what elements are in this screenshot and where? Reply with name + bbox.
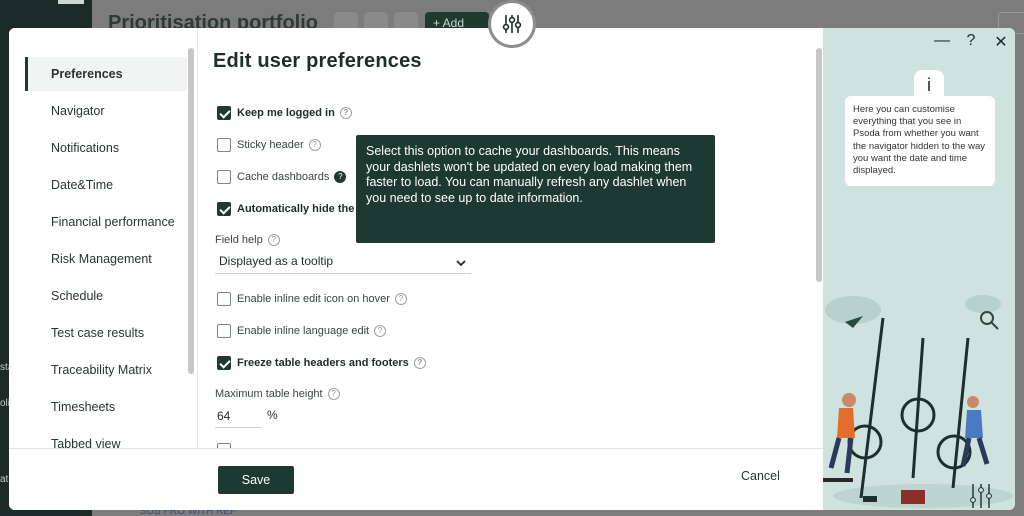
help-icon[interactable]: ?: [374, 325, 387, 337]
freeze-headers-option: Freeze table headers and footers ?: [217, 355, 426, 371]
nav-item-test-case-results[interactable]: Test case results: [25, 316, 187, 350]
close-icon[interactable]: ✕: [992, 32, 1010, 52]
auto-hide-label: Automatically hide the: [237, 203, 355, 215]
field-help-label: Field help ?: [215, 234, 280, 246]
field-help-value: Displayed as a tooltip: [219, 254, 334, 268]
inline-edit-icon-option: Enable inline edit icon on hover ?: [217, 291, 407, 307]
auto-hide-checkbox[interactable]: [217, 202, 231, 216]
help-icon[interactable]: ?: [308, 139, 321, 151]
keep-logged-in-option: Keep me logged in ?: [217, 105, 352, 121]
modal-footer: Save Cancel: [9, 448, 823, 510]
nav-item-datetime[interactable]: Date&Time: [25, 168, 187, 202]
freeze-headers-label: Freeze table headers and footers: [237, 357, 409, 369]
keep-logged-in-checkbox[interactable]: [217, 106, 231, 120]
help-icon[interactable]: ?: [339, 107, 352, 119]
help-icon[interactable]: ?: [413, 357, 426, 369]
nav-item-risk-management[interactable]: Risk Management: [25, 242, 187, 276]
inline-language-option: Enable inline language edit ?: [217, 323, 387, 339]
cache-dashboards-label: Cache dashboards: [237, 171, 330, 183]
field-help-select[interactable]: Displayed as a tooltip: [215, 250, 471, 274]
max-table-height-unit: %: [267, 408, 278, 422]
nav-item-preferences[interactable]: Preferences: [25, 57, 187, 91]
help-text: Here you can customise everything that y…: [845, 96, 995, 186]
help-panel: — ? ✕ i Here you can customise everythin…: [823, 28, 1015, 510]
nav-item-notifications[interactable]: Notifications: [25, 131, 187, 165]
help-icon[interactable]: ?: [394, 293, 407, 305]
nav-item-traceability-matrix[interactable]: Traceability Matrix: [25, 353, 187, 387]
illustration: [823, 295, 1013, 508]
auto-hide-option: Automatically hide the: [217, 201, 354, 217]
help-button-icon[interactable]: ?: [962, 32, 980, 50]
preferences-modal: Preferences Navigator Notifications Date…: [9, 28, 1015, 510]
save-button[interactable]: Save: [218, 466, 294, 494]
content-scrollbar[interactable]: [816, 48, 822, 282]
inline-language-checkbox[interactable]: [217, 324, 231, 338]
max-table-height-label: Maximum table height ?: [215, 388, 340, 400]
inline-edit-icon-label: Enable inline edit icon on hover: [237, 293, 390, 305]
sticky-header-checkbox[interactable]: [217, 138, 231, 152]
help-icon[interactable]: ?: [334, 171, 347, 183]
field-help-label-text: Field help: [215, 234, 263, 246]
nav-scrollbar[interactable]: [188, 48, 194, 374]
cache-dashboards-tooltip: Select this option to cache your dashboa…: [356, 135, 715, 243]
cache-dashboards-option: Cache dashboards ?: [217, 169, 347, 185]
preferences-nav: Preferences Navigator Notifications Date…: [9, 28, 199, 451]
max-table-height-input[interactable]: 64: [215, 408, 261, 428]
help-icon[interactable]: ?: [267, 234, 280, 246]
nav-item-timesheets[interactable]: Timesheets: [25, 390, 187, 424]
inline-edit-icon-checkbox[interactable]: [217, 292, 231, 306]
keep-logged-in-label: Keep me logged in: [237, 107, 335, 119]
nav-item-schedule[interactable]: Schedule: [25, 279, 187, 313]
freeze-headers-checkbox[interactable]: [217, 356, 231, 370]
page-title: Edit user preferences: [213, 50, 422, 72]
nav-item-financial-performance[interactable]: Financial performance: [25, 205, 187, 239]
cancel-button[interactable]: Cancel: [741, 469, 780, 483]
chevron-down-icon: [455, 254, 467, 276]
background-logo: [58, 0, 84, 4]
help-icon[interactable]: ?: [327, 388, 340, 400]
minimize-icon[interactable]: —: [933, 32, 951, 50]
sticky-header-label: Sticky header: [237, 139, 304, 151]
nav-divider: [197, 28, 198, 448]
sliders-icon: [488, 0, 536, 48]
inline-language-label: Enable inline language edit: [237, 325, 370, 337]
nav-item-navigator[interactable]: Navigator: [25, 94, 187, 128]
max-table-height-label-text: Maximum table height: [215, 388, 323, 400]
sticky-header-option: Sticky header ?: [217, 137, 321, 153]
cache-dashboards-checkbox[interactable]: [217, 170, 231, 184]
